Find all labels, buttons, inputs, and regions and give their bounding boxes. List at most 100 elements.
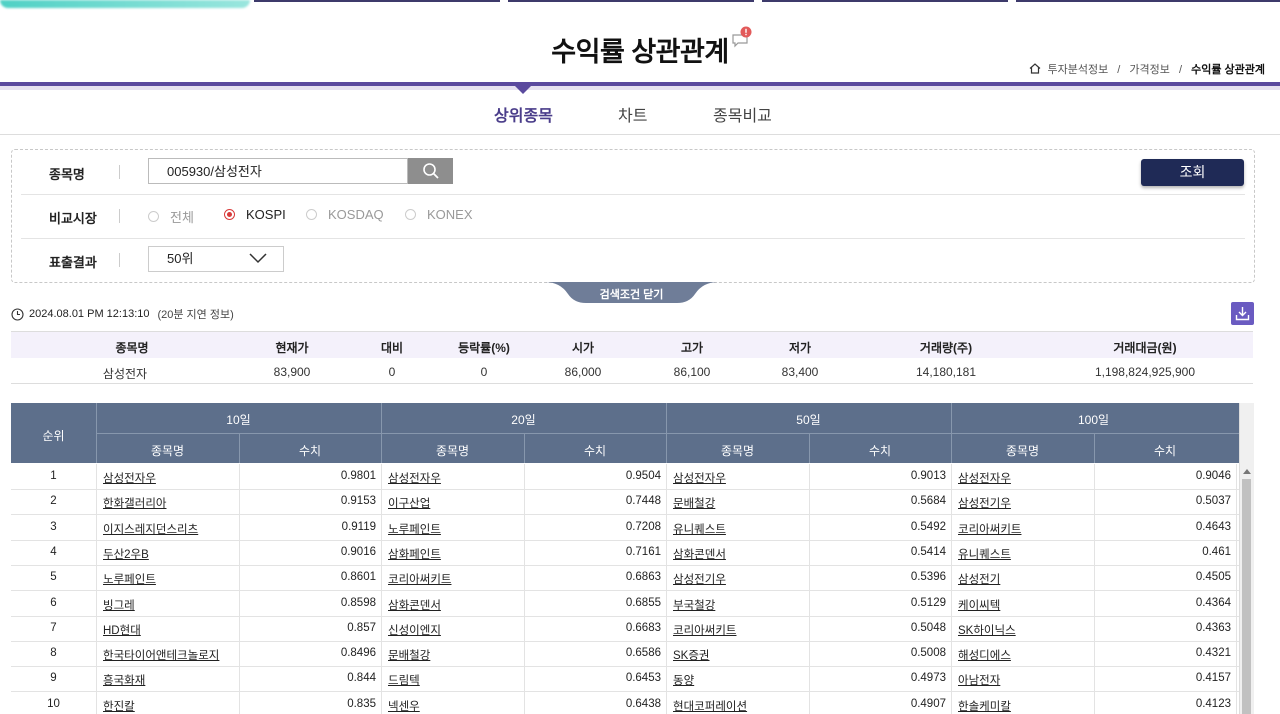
stock-name-link[interactable]: 삼성전기우: [673, 571, 726, 587]
cell-divider: [1236, 464, 1237, 489]
cell-divider: [239, 691, 240, 714]
cell-divider: [96, 464, 97, 489]
cell-divider: [809, 590, 810, 616]
table-row: 4 두산2우B 0.9016 삼화페인트 0.7161 삼화콘덴서 0.5414 유니퀘스트 0…: [11, 539, 1239, 566]
breadcrumb-mid[interactable]: 가격정보: [1129, 64, 1169, 76]
result-count-select[interactable]: 50위: [148, 246, 284, 272]
stock-name-link[interactable]: 삼성전기: [958, 571, 1000, 587]
stock-name-link[interactable]: 한진칼: [103, 698, 135, 714]
cell-divider: [666, 691, 667, 714]
stock-name-link[interactable]: 현대코퍼레이션: [673, 698, 747, 714]
stock-name-link[interactable]: 드림텍: [388, 672, 420, 688]
cell-divider: [239, 489, 240, 515]
cell-divider: [1094, 464, 1095, 489]
summary-value: 0: [480, 365, 488, 379]
summary-header: 등락률(%): [458, 341, 510, 355]
scrollbar-thumb[interactable]: [1242, 479, 1251, 714]
scroll-up-icon[interactable]: [1243, 469, 1251, 474]
stock-name-link[interactable]: 동양: [673, 672, 694, 688]
stock-name-link[interactable]: 빙그레: [103, 597, 135, 613]
stock-name-link[interactable]: HD현대: [103, 622, 141, 638]
stock-name-link[interactable]: 노루페인트: [388, 521, 441, 537]
cell-divider: [809, 641, 810, 667]
stock-input[interactable]: 005930/삼성전자: [148, 158, 408, 184]
correlation-value: 0.9504: [625, 470, 661, 482]
cell-divider: [381, 565, 382, 591]
stock-name-link[interactable]: 유니퀘스트: [958, 546, 1011, 562]
top-nav-highlight: [0, 0, 250, 8]
stock-search-button[interactable]: [408, 158, 453, 184]
result-count-value: 50위: [167, 251, 194, 266]
stock-name-link[interactable]: 문배철강: [673, 495, 715, 511]
radio-konex[interactable]: KONEX: [405, 207, 473, 222]
radio-all[interactable]: 전체: [148, 207, 194, 226]
market-label: 비교시장: [49, 211, 97, 226]
stock-name-link[interactable]: 이구산업: [388, 495, 430, 511]
correlation-value: 0.9046: [1195, 470, 1231, 482]
tab-stock-compare[interactable]: 종목비교: [713, 102, 772, 126]
correlation-value: 0.5048: [910, 621, 946, 634]
radio-kospi[interactable]: KOSPI: [224, 207, 286, 222]
stock-name-link[interactable]: 넥센우: [388, 698, 420, 714]
result-label: 표출결과: [49, 255, 97, 270]
stock-name-link[interactable]: 이지스레지던스리츠: [103, 521, 198, 537]
radio-dot: [306, 209, 317, 220]
stock-label: 종목명: [49, 167, 85, 182]
stock-name-link[interactable]: 신성이엔지: [388, 622, 441, 638]
summary-value: 83,900: [273, 365, 311, 379]
cell-divider: [1236, 615, 1237, 641]
cell-divider: [239, 464, 240, 489]
stock-name-link[interactable]: 삼화콘덴서: [388, 597, 441, 613]
cell-divider: [809, 691, 810, 714]
clock-icon: [11, 307, 24, 321]
correlation-value: 0.6683: [625, 621, 661, 634]
period-header: 20일: [511, 413, 536, 427]
stock-name-link[interactable]: 삼성전자우: [958, 470, 1011, 486]
stock-name-link[interactable]: 코리아써키트: [958, 521, 1021, 537]
cell-divider: [524, 565, 525, 591]
table-scrollbar[interactable]: [1239, 403, 1254, 714]
query-button[interactable]: 조회: [1141, 159, 1244, 186]
radio-kosdaq[interactable]: KOSDAQ: [306, 207, 384, 222]
stock-name-link[interactable]: 흥국화재: [103, 672, 145, 688]
cell-divider: [96, 641, 97, 667]
stock-name-link[interactable]: 한솔케미칼: [958, 698, 1011, 714]
stock-name-link[interactable]: SK증권: [673, 647, 710, 663]
stock-name-link[interactable]: 삼화콘덴서: [673, 546, 726, 562]
stock-name-link[interactable]: SK하이닉스: [958, 622, 1016, 638]
stock-name-link[interactable]: 노루페인트: [103, 571, 156, 587]
correlation-value: 0.8598: [340, 596, 376, 609]
cell-divider: [381, 489, 382, 515]
stock-name-link[interactable]: 해성디에스: [958, 647, 1011, 663]
radio-all-label: 전체: [170, 210, 194, 225]
breadcrumb-home[interactable]: 투자분석정보: [1048, 64, 1109, 76]
radio-dot: [405, 209, 416, 220]
correlation-value: 0.9016: [340, 545, 376, 558]
stock-name-link[interactable]: 코리아써키트: [388, 571, 451, 587]
stock-name-link[interactable]: 삼화페인트: [388, 546, 441, 562]
download-button[interactable]: [1231, 302, 1254, 325]
period-header: 100일: [1077, 413, 1110, 427]
tab-chart[interactable]: 차트: [618, 102, 647, 126]
stock-name-link[interactable]: 삼성전기우: [958, 495, 1011, 511]
cell-divider: [951, 615, 952, 641]
rank-cell: 1: [50, 470, 57, 482]
home-icon[interactable]: [1029, 63, 1041, 74]
stock-name-link[interactable]: 유니퀘스트: [673, 521, 726, 537]
cell-divider: [1236, 565, 1237, 591]
stock-name-link[interactable]: 부국철강: [673, 597, 715, 613]
stock-name-link[interactable]: 한국타이어앤테크놀로지: [103, 647, 219, 663]
close-conditions-tab[interactable]: 검색조건 닫기: [545, 282, 718, 304]
stock-name-link[interactable]: 삼성전자우: [673, 470, 726, 486]
stock-name-link[interactable]: 아남전자: [958, 672, 1000, 688]
notice-chat-icon[interactable]: [731, 26, 753, 48]
stock-name-link[interactable]: 문배철강: [388, 647, 430, 663]
stock-name-link[interactable]: 코리아써키트: [673, 622, 736, 638]
tab-top-stocks[interactable]: 상위종목: [494, 102, 553, 126]
stock-name-link[interactable]: 삼성전자우: [388, 470, 441, 486]
stock-name-link[interactable]: 두산2우B: [103, 546, 149, 562]
stock-name-link[interactable]: 케이씨텍: [958, 597, 1000, 613]
stock-name-link[interactable]: 삼성전자우: [103, 470, 156, 486]
correlation-value: 0.6863: [625, 571, 661, 584]
stock-name-link[interactable]: 한화갤러리아: [103, 495, 166, 511]
